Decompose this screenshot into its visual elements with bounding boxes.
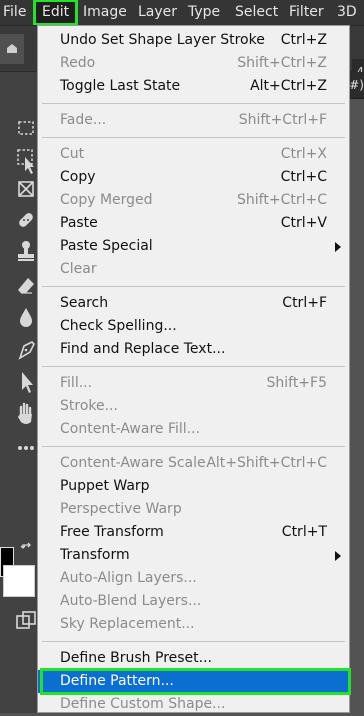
- quick-mask-button[interactable]: [15, 610, 37, 632]
- menu-item-label: Fade...: [60, 112, 107, 128]
- menu-item-label: Cut: [60, 146, 85, 162]
- menu-item-label: Define Brush Preset...: [60, 650, 213, 666]
- menu-item-shortcut: Ctrl+V: [280, 215, 327, 231]
- edit-menu-dropdown: Undo Set Shape Layer Stroke Ctrl+Z Redo Shi…: [37, 25, 351, 713]
- menu-item-label: Auto-Blend Layers...: [60, 593, 202, 609]
- menu-item-transform[interactable]: Transform: [38, 544, 349, 567]
- menu-item-find-and-replace-text[interactable]: Find and Replace Text...: [38, 338, 349, 361]
- menu-item-label: Transform: [60, 547, 130, 563]
- menu-image[interactable]: Image: [83, 0, 127, 25]
- menu-separator: [42, 366, 345, 367]
- menu-item-shortcut: Ctrl+C: [280, 169, 327, 185]
- menu-item-clear[interactable]: Clear: [38, 258, 349, 281]
- menu-item-redo[interactable]: Redo Shift+Ctrl+Z: [38, 52, 349, 75]
- menu-item-label: Free Transform: [60, 524, 164, 540]
- menu-item-define-brush-preset[interactable]: Define Brush Preset...: [38, 647, 349, 670]
- menu-separator: [42, 286, 345, 287]
- background-color-swatch[interactable]: [3, 565, 35, 597]
- menu-item-search[interactable]: Search Ctrl+F: [38, 292, 349, 315]
- menu-select[interactable]: Select: [235, 0, 278, 25]
- menu-bar: File Edit Image Layer Type Select Filter 3D: [0, 0, 364, 26]
- menu-item-puppet-warp[interactable]: Puppet Warp: [38, 475, 349, 498]
- menu-item-label: Toggle Last State: [60, 78, 181, 94]
- menu-item-label: Fill...: [60, 375, 93, 391]
- quick-mask-icon: [16, 611, 36, 629]
- swap-colors-icon: [20, 542, 31, 549]
- menu-separator: [42, 641, 345, 642]
- swap-colors-button[interactable]: [20, 542, 36, 558]
- menu-type[interactable]: Type: [188, 0, 220, 25]
- menu-item-shortcut: Ctrl+X: [280, 146, 327, 162]
- menu-item-label: Redo: [60, 55, 96, 71]
- menu-item-check-spelling[interactable]: Check Spelling...: [38, 315, 349, 338]
- menu-item-label: Puppet Warp: [60, 478, 150, 494]
- menu-item-label: Perspective Warp: [60, 501, 182, 517]
- menu-separator: [42, 137, 345, 138]
- menu-item-define-pattern[interactable]: Define Pattern...: [38, 668, 351, 695]
- menu-item-shortcut: Alt+Shift+Ctrl+C: [206, 455, 327, 471]
- menu-item-label: Stroke...: [60, 398, 118, 414]
- menu-item-auto-blend-layers[interactable]: Auto-Blend Layers...: [38, 590, 349, 613]
- menu-item-auto-align-layers[interactable]: Auto-Align Layers...: [38, 567, 349, 590]
- menu-layer[interactable]: Layer: [138, 0, 177, 25]
- home-button[interactable]: [0, 34, 24, 64]
- menu-item-shortcut: Ctrl+T: [281, 524, 327, 540]
- menu-filter[interactable]: Filter: [289, 0, 324, 25]
- submenu-arrow-icon: [335, 242, 341, 252]
- menu-item-paste[interactable]: Paste Ctrl+V: [38, 212, 349, 235]
- menu-item-paste-special[interactable]: Paste Special: [38, 235, 349, 258]
- menu-item-free-transform[interactable]: Free Transform Ctrl+T: [38, 521, 349, 544]
- menu-item-shortcut: Shift+Ctrl+F: [238, 112, 327, 128]
- menu-item-copy[interactable]: Copy Ctrl+C: [38, 166, 349, 189]
- menu-separator: [42, 446, 345, 447]
- menu-file[interactable]: File: [3, 0, 26, 25]
- menu-item-shortcut: Ctrl+Z: [280, 32, 327, 48]
- menu-item-label: Sky Replacement...: [60, 616, 195, 632]
- menu-item-label: Paste Special: [60, 238, 153, 254]
- menu-item-label: Copy: [60, 169, 96, 185]
- menu-item-label: Define Pattern...: [60, 673, 174, 689]
- menu-item-content-aware-scale[interactable]: Content-Aware Scale Alt+Shift+Ctrl+C: [38, 452, 349, 475]
- menu-item-undo-set-shape-layer-stroke[interactable]: Undo Set Shape Layer Stroke Ctrl+Z: [38, 29, 349, 52]
- menu-item-label: Copy Merged: [60, 192, 153, 208]
- menu-item-shortcut: Shift+F5: [266, 375, 327, 391]
- menu-item-stroke[interactable]: Stroke...: [38, 395, 349, 418]
- menu-item-label: Content-Aware Fill...: [60, 421, 201, 437]
- menu-item-shortcut: Ctrl+F: [282, 295, 327, 311]
- home-icon: [7, 44, 17, 53]
- menu-item-label: Content-Aware Scale: [60, 455, 206, 471]
- menu-item-label: Clear: [60, 261, 97, 277]
- menu-item-shortcut: Alt+Ctrl+Z: [250, 78, 327, 94]
- menu-item-label: Search: [60, 295, 109, 311]
- menu-separator: [42, 103, 345, 104]
- menu-item-toggle-last-state[interactable]: Toggle Last State Alt+Ctrl+Z: [38, 75, 349, 98]
- menu-3d[interactable]: 3D: [337, 0, 357, 25]
- menu-item-shortcut: Shift+Ctrl+C: [237, 192, 327, 208]
- menu-item-label: Check Spelling...: [60, 318, 177, 334]
- menu-item-sky-replacement[interactable]: Sky Replacement...: [38, 613, 349, 636]
- menu-item-label: Auto-Align Layers...: [60, 570, 197, 586]
- menu-item-cut[interactable]: Cut Ctrl+X: [38, 143, 349, 166]
- menu-item-label: Undo Set Shape Layer Stroke: [60, 32, 265, 48]
- menu-item-content-aware-fill[interactable]: Content-Aware Fill...: [38, 418, 349, 441]
- menu-item-fill[interactable]: Fill... Shift+F5: [38, 372, 349, 395]
- menu-item-label: Find and Replace Text...: [60, 341, 226, 357]
- menu-edit[interactable]: Edit: [32, 0, 79, 26]
- menu-item-label: Paste: [60, 215, 98, 231]
- menu-item-copy-merged[interactable]: Copy Merged Shift+Ctrl+C: [38, 189, 349, 212]
- tools-panel: [0, 72, 40, 713]
- menu-item-fade[interactable]: Fade... Shift+Ctrl+F: [38, 109, 349, 132]
- submenu-arrow-icon: [335, 551, 341, 561]
- menu-item-perspective-warp[interactable]: Perspective Warp: [38, 498, 349, 521]
- menu-item-shortcut: Shift+Ctrl+Z: [237, 55, 327, 71]
